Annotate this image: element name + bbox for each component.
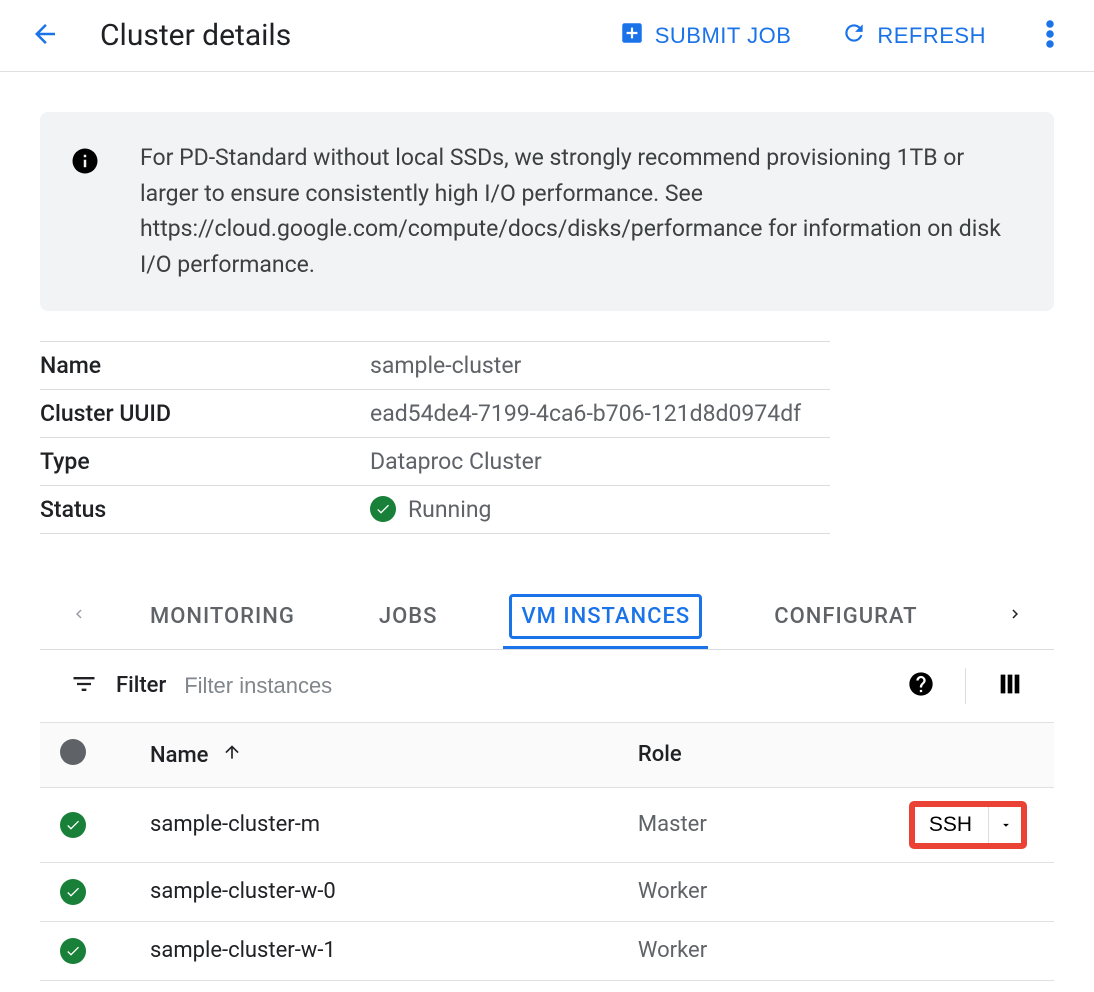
row-role: Worker <box>618 862 854 921</box>
detail-value-name: sample-cluster <box>370 341 830 389</box>
tab-scroll-right-icon[interactable] <box>996 600 1034 632</box>
submit-job-button[interactable]: SUBMIT JOB <box>619 20 792 52</box>
filter-bar: Filter <box>40 650 1054 722</box>
row-status <box>40 787 130 862</box>
row-actions <box>854 921 1054 980</box>
page-title: Cluster details <box>100 18 291 53</box>
filter-icon[interactable] <box>70 670 98 702</box>
back-arrow-icon[interactable] <box>30 19 60 53</box>
table-row: sample-cluster-mMaster SSH <box>40 787 1054 862</box>
ssh-button-group: SSH <box>912 804 1024 846</box>
vm-instances-table: Name Role sample-cluster-mMasterSSHsampl… <box>40 722 1054 981</box>
row-name[interactable]: sample-cluster-m <box>130 787 618 862</box>
tabs-container: MONITORING JOBS VM INSTANCES CONFIGURAT <box>40 584 1054 650</box>
cluster-details-table: Name sample-cluster Cluster UUID ead54de… <box>40 341 830 534</box>
ssh-dropdown-button[interactable] <box>988 805 1023 845</box>
row-status <box>40 921 130 980</box>
check-circle-icon <box>370 496 396 522</box>
more-options-icon[interactable] <box>1036 19 1064 53</box>
tab-jobs[interactable]: JOBS <box>367 584 450 649</box>
tab-monitoring[interactable]: MONITORING <box>138 584 307 649</box>
check-circle-icon <box>60 938 86 964</box>
tab-vm-instances[interactable]: VM INSTANCES <box>509 584 702 649</box>
sort-asc-icon <box>222 743 242 768</box>
caret-down-icon <box>999 818 1013 832</box>
tab-scroll-left-icon[interactable] <box>60 600 98 632</box>
row-actions: SSH <box>854 787 1054 862</box>
check-circle-icon <box>60 879 86 905</box>
detail-value-type: Dataproc Cluster <box>370 437 830 485</box>
row-role: Master <box>618 787 854 862</box>
row-actions <box>854 862 1054 921</box>
detail-label-status: Status <box>40 485 370 533</box>
ssh-button[interactable]: SSH <box>913 805 988 845</box>
table-header-role[interactable]: Role <box>618 722 854 787</box>
row-name[interactable]: sample-cluster-w-1 <box>130 921 618 980</box>
filter-input[interactable] <box>184 673 889 699</box>
row-name[interactable]: sample-cluster-w-0 <box>130 862 618 921</box>
info-banner-text: For PD-Standard without local SSDs, we s… <box>140 140 1024 283</box>
table-row: sample-cluster-w-0Worker <box>40 862 1054 921</box>
info-banner: For PD-Standard without local SSDs, we s… <box>40 112 1054 311</box>
divider <box>965 668 966 704</box>
refresh-button[interactable]: REFRESH <box>841 20 986 52</box>
detail-label-name: Name <box>40 341 370 389</box>
table-header-name[interactable]: Name <box>130 722 618 787</box>
detail-label-uuid: Cluster UUID <box>40 389 370 437</box>
plus-box-icon <box>619 20 645 52</box>
check-circle-icon <box>60 812 86 838</box>
filter-label: Filter <box>116 673 166 698</box>
table-header-actions <box>854 722 1054 787</box>
detail-value-uuid: ead54de4-7199-4ca6-b706-121d8d0974df <box>370 389 830 437</box>
refresh-icon <box>841 20 867 52</box>
detail-label-type: Type <box>40 437 370 485</box>
help-icon[interactable] <box>907 670 935 702</box>
table-row: sample-cluster-w-1Worker <box>40 921 1054 980</box>
columns-icon[interactable] <box>996 670 1024 702</box>
info-icon <box>70 146 100 283</box>
header-actions: SUBMIT JOB REFRESH <box>619 19 1064 53</box>
row-status <box>40 862 130 921</box>
tab-configurat[interactable]: CONFIGURAT <box>762 584 929 649</box>
row-role: Worker <box>618 921 854 980</box>
status-badge: Running <box>370 496 830 523</box>
status-header-icon <box>60 739 86 765</box>
tabs: MONITORING JOBS VM INSTANCES CONFIGURAT <box>98 584 996 649</box>
table-header-status[interactable] <box>40 722 130 787</box>
page-header: Cluster details SUBMIT JOB REFRESH <box>0 0 1094 72</box>
